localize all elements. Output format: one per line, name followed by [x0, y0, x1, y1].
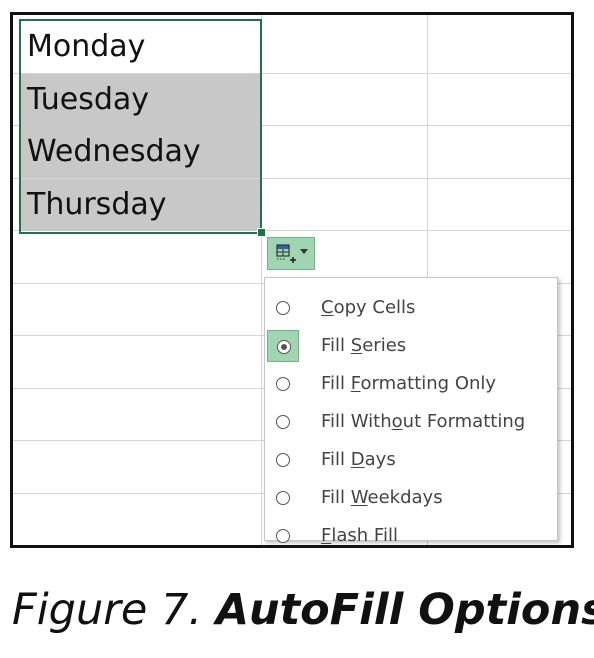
menu-item-fill-weekdays[interactable]: Fill Weekdays: [265, 479, 557, 517]
menu-item-fill-days[interactable]: Fill Days: [265, 441, 557, 479]
figure-number: Figure 7.: [12, 585, 216, 635]
cell-a3[interactable]: Wednesday: [19, 126, 261, 178]
radio-box: [267, 292, 299, 324]
menu-item-label: Fill Series: [321, 335, 407, 356]
radio-box: [267, 520, 299, 545]
cell-a2[interactable]: Tuesday: [19, 74, 261, 126]
radio-box: [267, 482, 299, 514]
radio-box: [267, 406, 299, 438]
menu-item-label: Fill Without Formatting: [321, 411, 526, 432]
column-gridline: [261, 15, 262, 545]
radio-box-selected: [267, 330, 299, 362]
figure-caption: Figure 7. AutoFill Options: [12, 580, 594, 640]
radio-button-selected[interactable]: [277, 340, 291, 354]
radio-button[interactable]: [276, 377, 290, 391]
radio-button[interactable]: [276, 415, 290, 429]
fill-handle[interactable]: [257, 228, 266, 237]
menu-item-fill-series[interactable]: Fill Series: [265, 327, 557, 365]
spreadsheet-frame: Monday Tuesday Wednesday Thursday Copy C…: [10, 12, 574, 548]
radio-dot: [281, 344, 287, 350]
autofill-options-button[interactable]: [267, 237, 315, 270]
menu-item-label: Fill Formatting Only: [321, 373, 497, 394]
autofill-options-icon: [276, 244, 296, 263]
dropdown-caret-icon: [300, 249, 308, 254]
autofill-options-menu: Copy Cells Fill Series Fill Formatting O…: [264, 277, 558, 545]
menu-item-flash-fill[interactable]: Flash Fill: [265, 517, 557, 546]
radio-button[interactable]: [276, 453, 290, 467]
menu-item-label: Flash Fill: [321, 525, 398, 546]
menu-item-label: Fill Days: [321, 449, 396, 470]
radio-button[interactable]: [276, 529, 290, 543]
radio-button[interactable]: [276, 301, 290, 315]
menu-item-copy-cells[interactable]: Copy Cells: [265, 289, 557, 327]
figure-title: AutoFill Options: [215, 585, 594, 635]
menu-item-fill-formatting-only[interactable]: Fill Formatting Only: [265, 365, 557, 403]
menu-item-fill-without-formatting[interactable]: Fill Without Formatting: [265, 403, 557, 441]
radio-box: [267, 368, 299, 400]
menu-item-label: Copy Cells: [321, 297, 416, 318]
radio-box: [267, 444, 299, 476]
cell-a1[interactable]: Monday: [19, 21, 261, 73]
menu-item-label: Fill Weekdays: [321, 487, 443, 508]
cell-a4[interactable]: Thursday: [19, 179, 261, 231]
radio-button[interactable]: [276, 491, 290, 505]
